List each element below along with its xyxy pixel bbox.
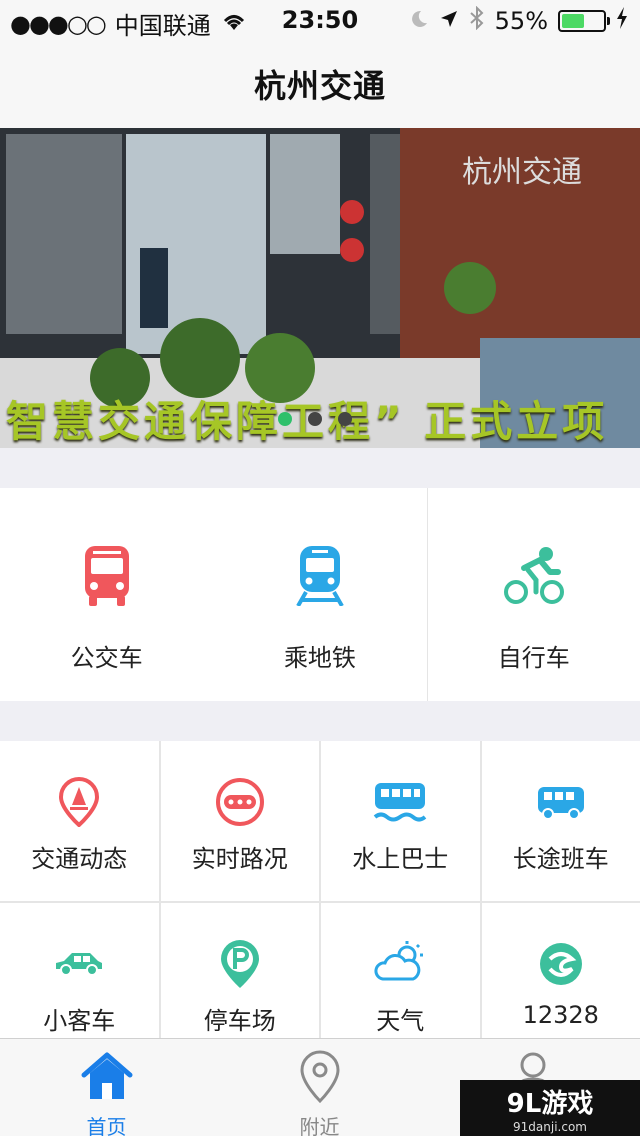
traffic-cone-pin-icon [59,777,100,827]
moon-icon [409,7,429,35]
bicycle-button[interactable]: 自行车 [426,488,640,701]
traffic-news-label: 交通动态 [31,845,128,873]
charging-icon [616,7,628,35]
water-bus-icon [373,783,427,822]
bus-icon [84,546,129,606]
location-arrow-icon [439,7,459,35]
metro-icon [296,546,344,606]
location-pin-icon [299,1050,340,1103]
road-conditions-label: 实时路况 [191,845,288,873]
watermark-logo: 9L游戏 91danji.com [460,1080,640,1136]
svg-text:杭州交通: 杭州交通 [462,156,582,189]
nav-bar: 杭州交通 [0,40,640,128]
bicycle-label: 自行车 [497,644,570,672]
home-icon [81,1052,132,1099]
coach-label: 长途班车 [512,845,609,873]
weather-icon [374,941,424,981]
water-bus-button[interactable]: 水上巴士 [321,741,480,901]
parking-label: 停车场 [203,1007,276,1035]
car-label: 小客车 [43,1007,116,1035]
car-icon [56,953,103,976]
watermark-main: 9L游戏 [506,1088,594,1119]
traffic-news-button[interactable]: 交通动态 [0,741,159,901]
primary-transport-row: 公交车 乘地铁 自行车 [0,488,640,701]
battery-level [562,14,584,28]
carousel-dot[interactable] [308,412,322,426]
bus-button[interactable]: 公交车 [0,488,213,701]
traffic-status-icon [215,778,264,826]
bus-label: 公交车 [70,644,143,672]
weather-label: 天气 [376,1007,425,1035]
tab-home[interactable]: 首页 [0,1039,213,1136]
metro-label: 乘地铁 [283,644,356,672]
banner-carousel[interactable]: 杭州交通 智慧交通保障工程” 正式立项 [0,128,640,448]
water-bus-label: 水上巴士 [352,845,449,873]
battery-percent: 55% [494,7,548,35]
coach-button[interactable]: 长途班车 [481,741,640,901]
carousel-dot[interactable] [338,412,352,426]
status-bar: ●●●○○ 中国联通 23:50 55% [0,0,640,40]
bluetooth-icon [469,5,485,36]
coach-icon [537,787,584,820]
watermark-url: 91danji.com [513,1119,587,1134]
hotline-icon [539,943,582,985]
road-conditions-button[interactable]: 实时路况 [160,741,319,901]
carousel-dot[interactable] [278,412,292,426]
weather-button[interactable]: 天气 [321,903,480,1038]
service-grid: 交通动态 实时路况 水上巴士 长途班车 小客车 停车场 天气 12328 [0,741,640,1038]
parking-button[interactable]: 停车场 [160,903,319,1038]
tab-nearby[interactable]: 附近 [213,1039,426,1136]
tab-home-label: 首页 [86,1115,127,1136]
hotline-label: 12328 [522,1001,599,1029]
battery-icon [558,10,610,32]
parking-pin-icon [220,940,259,988]
page-title: 杭州交通 [253,67,386,105]
hotline-button[interactable]: 12328 [481,903,640,1038]
bicycle-icon [503,547,564,604]
car-button[interactable]: 小客车 [0,903,159,1038]
tab-nearby-label: 附近 [299,1115,340,1136]
metro-button[interactable]: 乘地铁 [213,488,426,701]
carousel-indicator[interactable] [278,412,352,426]
